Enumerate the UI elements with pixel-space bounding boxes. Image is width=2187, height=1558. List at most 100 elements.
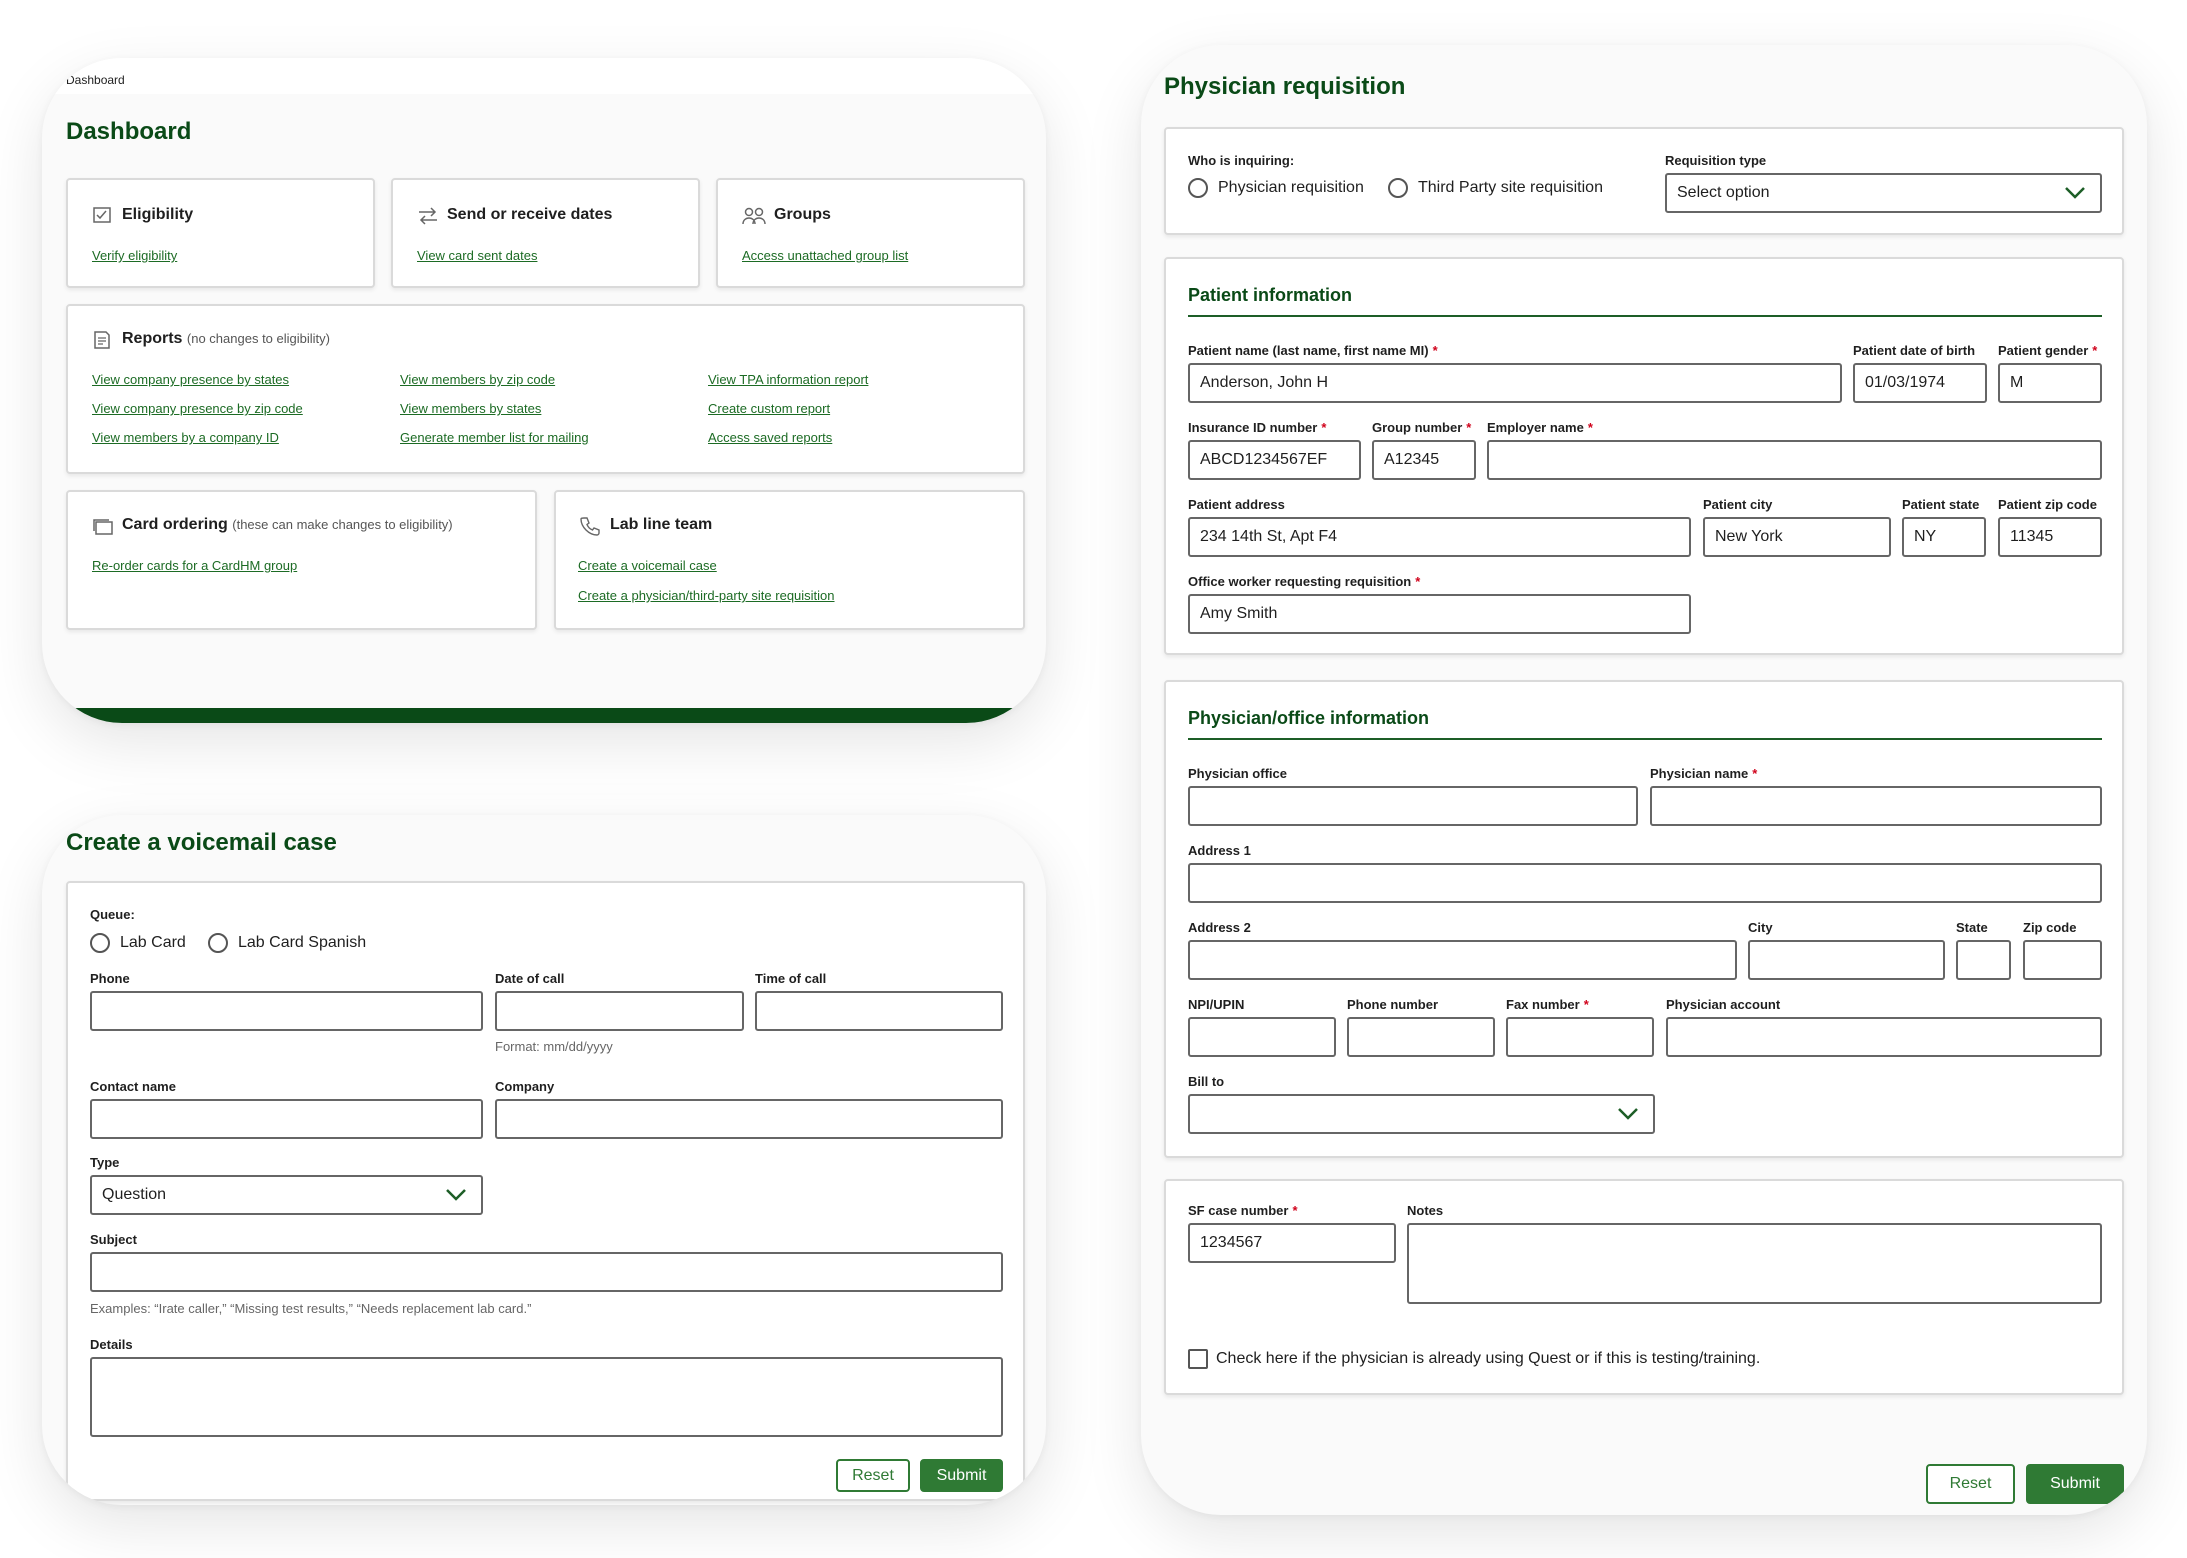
requisition-type-select[interactable]: Select option (1665, 173, 2102, 213)
npi-upin-label: NPI/UPIN (1188, 997, 1245, 1012)
npi-upin-input[interactable] (1188, 1017, 1336, 1057)
report-link[interactable]: View TPA information report (708, 372, 868, 387)
office-worker-input[interactable]: Amy Smith (1188, 594, 1691, 634)
who-option-label: Third Party site requisition (1418, 179, 1603, 196)
report-link[interactable]: View members by states (400, 401, 541, 416)
patient-gender-input[interactable]: M (1998, 363, 2102, 403)
phone-input[interactable] (90, 991, 483, 1031)
zip-code-input[interactable] (2023, 940, 2102, 980)
patient-dob-input[interactable]: 01/03/1974 (1853, 363, 1987, 403)
eligibility-title: Eligibility (122, 206, 194, 223)
eligibility-icon (93, 207, 111, 223)
verify-eligibility-link[interactable]: Verify eligibility (92, 248, 177, 263)
swap-arrows-icon (419, 207, 437, 225)
physician-office-input[interactable] (1188, 786, 1638, 826)
patient-state-input[interactable]: NY (1902, 517, 1986, 557)
notes-textarea[interactable] (1407, 1223, 2102, 1304)
submit-button[interactable]: Submit (2026, 1464, 2124, 1504)
date-of-call-label: Date of call (495, 971, 565, 986)
patient-section-title: Patient information (1188, 285, 1353, 305)
contact-name-input[interactable] (90, 1099, 483, 1139)
group-number-input[interactable]: A12345 (1372, 440, 1476, 480)
requisition-type-label: Requisition type (1665, 153, 1767, 168)
reset-button[interactable]: Reset (836, 1459, 910, 1492)
report-link[interactable]: View company presence by zip code (92, 401, 303, 416)
subject-input[interactable] (90, 1252, 1003, 1292)
employer-name-input[interactable] (1487, 440, 2102, 480)
queue-radio-lab-card-spanish[interactable] (208, 933, 228, 953)
eligibility-card: Eligibility Verify eligibility (66, 178, 375, 288)
contact-name-label: Contact name (90, 1079, 176, 1094)
sf-case-number-input[interactable]: 1234567 (1188, 1223, 1396, 1263)
insurance-id-input[interactable]: ABCD1234567EF (1188, 440, 1361, 480)
sf-case-number-label-text: SF case number (1188, 1203, 1289, 1218)
company-input[interactable] (495, 1099, 1003, 1139)
groups-card: Groups Access unattached group list (716, 178, 1025, 288)
quest-checkbox-label: Check here if the physician is already u… (1216, 1350, 1761, 1367)
fax-number-label-text: Fax number (1506, 997, 1580, 1012)
report-link[interactable]: View members by zip code (400, 372, 555, 387)
patient-city-input[interactable]: New York (1703, 517, 1891, 557)
send-receive-dates-title: Send or receive dates (447, 206, 613, 223)
physician-account-label: Physician account (1666, 997, 1781, 1012)
card-ordering-title-text: Card ordering (122, 516, 228, 533)
patient-name-input[interactable]: Anderson, John H (1188, 363, 1842, 403)
report-link[interactable]: View members by a company ID (92, 430, 279, 445)
type-select[interactable]: Question (90, 1175, 483, 1215)
requisition-title: Physician requisition (1164, 73, 1406, 100)
reports-title: Reports (no changes to eligibility) (122, 330, 330, 348)
submit-button[interactable]: Submit (920, 1459, 1003, 1492)
address1-input[interactable] (1188, 863, 2102, 903)
patient-zip-input[interactable]: 11345 (1998, 517, 2102, 557)
report-link[interactable]: Create custom report (708, 401, 830, 416)
view-card-sent-dates-link[interactable]: View card sent dates (417, 248, 537, 263)
address1-label: Address 1 (1188, 843, 1251, 858)
create-requisition-link[interactable]: Create a physician/third-party site requ… (578, 588, 835, 603)
reset-button[interactable]: Reset (1926, 1464, 2015, 1504)
groups-title: Groups (774, 206, 831, 223)
section-divider (1188, 738, 2102, 740)
patient-zip-label: Patient zip code (1998, 497, 2097, 512)
sf-case-number-label: SF case number * (1188, 1203, 1298, 1218)
date-of-call-input[interactable] (495, 991, 744, 1031)
queue-radio-lab-card[interactable] (90, 933, 110, 953)
chevron-down-icon (1618, 1108, 1638, 1120)
city-input[interactable] (1748, 940, 1945, 980)
physician-requisition-radio[interactable] (1188, 178, 1208, 198)
zip-code-label: Zip code (2023, 920, 2077, 935)
employer-name-label: Employer name * (1487, 420, 1593, 435)
card-ordering-card: Card ordering (these can make changes to… (66, 490, 537, 630)
breadcrumb[interactable]: Dashboard (66, 73, 125, 87)
address2-label: Address 2 (1188, 920, 1251, 935)
bill-to-select[interactable] (1188, 1094, 1655, 1134)
create-voicemail-case-link[interactable]: Create a voicemail case (578, 558, 717, 573)
group-number-label-text: Group number (1372, 420, 1463, 435)
physician-name-input[interactable] (1650, 786, 2102, 826)
queue-label: Queue: (90, 907, 135, 922)
report-link[interactable]: View company presence by states (92, 372, 289, 387)
third-party-requisition-radio[interactable] (1388, 178, 1408, 198)
requisition-type-value: Select option (1677, 184, 1770, 201)
address2-input[interactable] (1188, 940, 1737, 980)
subject-label: Subject (90, 1232, 137, 1247)
physician-account-input[interactable] (1666, 1017, 2102, 1057)
state-input[interactable] (1956, 940, 2011, 980)
time-of-call-input[interactable] (755, 991, 1003, 1031)
fax-number-input[interactable] (1506, 1017, 1654, 1057)
card-ordering-title: Card ordering (these can make changes to… (122, 516, 453, 534)
reorder-cards-link[interactable]: Re-order cards for a CardHM group (92, 558, 297, 573)
details-label: Details (90, 1337, 133, 1352)
insurance-id-label: Insurance ID number * (1188, 420, 1327, 435)
quest-checkbox[interactable] (1188, 1349, 1208, 1369)
subject-hint: Examples: “Irate caller,” “Missing test … (90, 1301, 532, 1316)
group-number-label: Group number * (1372, 420, 1472, 435)
phone-number-input[interactable] (1347, 1017, 1495, 1057)
who-inquiring-label: Who is inquiring: (1188, 153, 1295, 168)
report-link[interactable]: Generate member list for mailing (400, 430, 589, 445)
access-unattached-group-list-link[interactable]: Access unattached group list (742, 248, 908, 263)
patient-address-input[interactable]: 234 14th St, Apt F4 (1188, 517, 1691, 557)
report-link[interactable]: Access saved reports (708, 430, 832, 445)
queue-option-label: Lab Card (120, 934, 186, 951)
details-textarea[interactable] (90, 1357, 1003, 1437)
phone-label: Phone (90, 971, 130, 986)
